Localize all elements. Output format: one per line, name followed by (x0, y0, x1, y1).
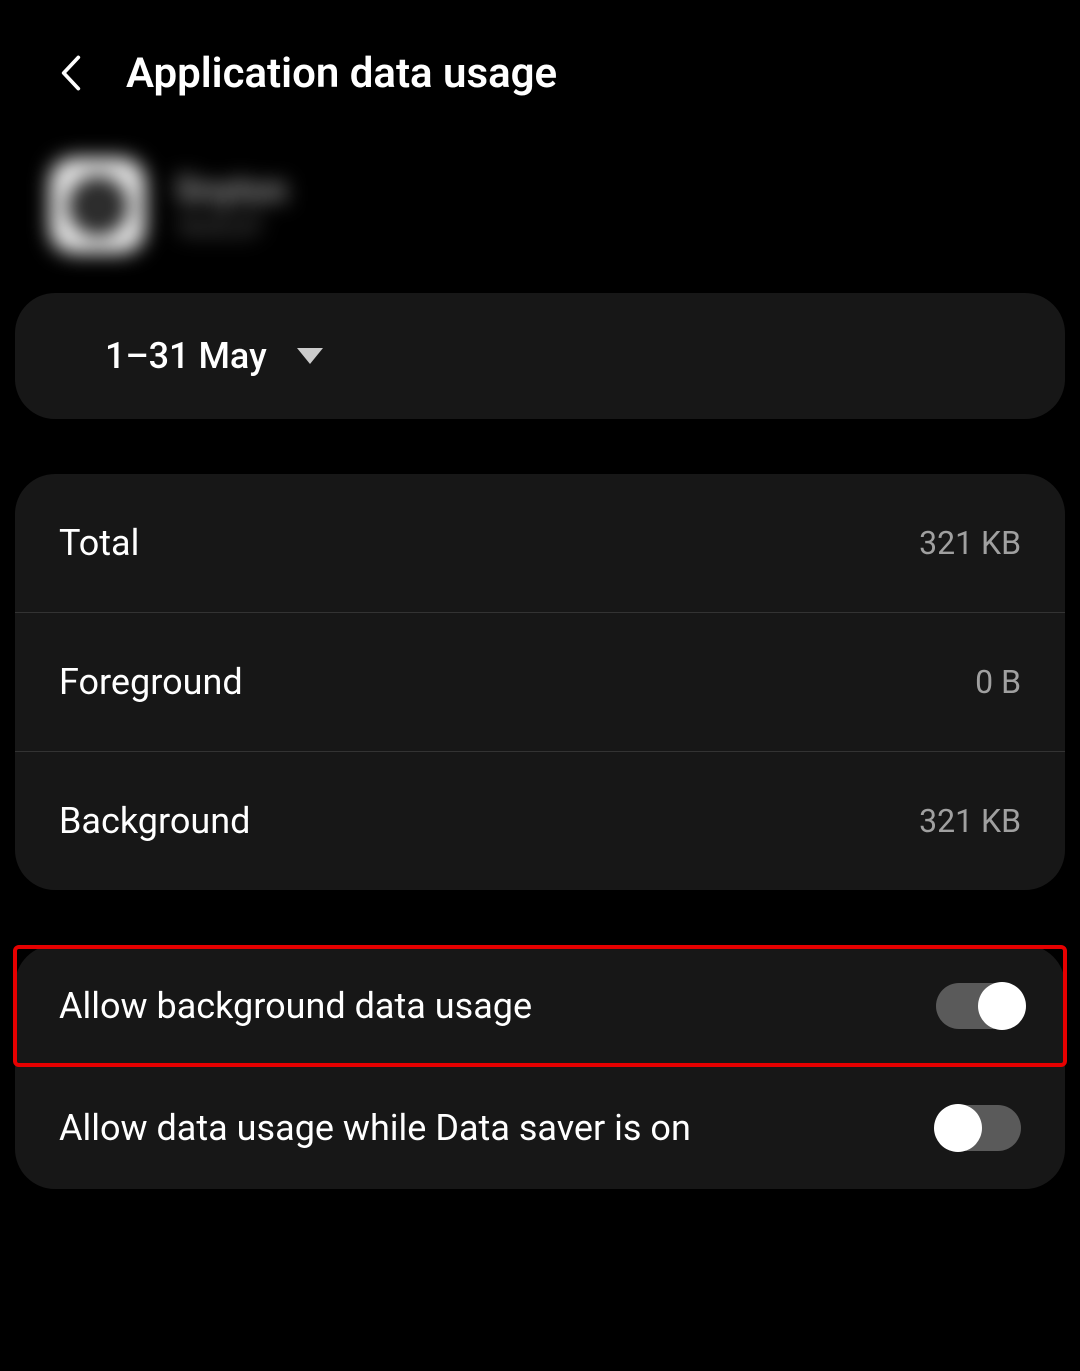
toggle-knob (934, 1104, 982, 1152)
toggle-knob (978, 982, 1026, 1030)
usage-value-foreground: 0 B (975, 663, 1021, 701)
back-icon[interactable] (56, 48, 86, 98)
usage-label-foreground: Foreground (59, 661, 243, 703)
usage-label-background: Background (59, 800, 250, 842)
toggle-card: Allow background data usage Allow data u… (15, 945, 1065, 1189)
toggle-row-data-saver[interactable]: Allow data usage while Data saver is on (15, 1067, 1065, 1189)
app-info: Snyton 10.0.27 (0, 128, 1080, 283)
usage-row-total: Total 321 KB (15, 474, 1065, 613)
usage-card: Total 321 KB Foreground 0 B Background 3… (15, 474, 1065, 890)
usage-value-total: 321 KB (919, 524, 1021, 562)
usage-row-foreground: Foreground 0 B (15, 613, 1065, 752)
app-icon (50, 158, 145, 253)
usage-label-total: Total (59, 522, 139, 564)
toggle-label-data-saver: Allow data usage while Data saver is on (59, 1107, 691, 1149)
toggle-switch-background-data[interactable] (936, 983, 1021, 1029)
date-range-text: 1–31 May (105, 335, 267, 377)
toggle-label-background-data: Allow background data usage (59, 985, 532, 1027)
app-sub: 10.0.27 (175, 213, 287, 243)
app-name: Snyton (175, 169, 287, 211)
page-title: Application data usage (126, 49, 557, 98)
date-range-selector[interactable]: 1–31 May (15, 293, 1065, 419)
app-details: Snyton 10.0.27 (175, 169, 287, 243)
header: Application data usage (0, 0, 1080, 128)
usage-row-background: Background 321 KB (15, 752, 1065, 890)
toggle-row-background-data[interactable]: Allow background data usage (13, 945, 1067, 1067)
chevron-down-icon (297, 348, 323, 364)
toggle-switch-data-saver[interactable] (936, 1105, 1021, 1151)
usage-value-background: 321 KB (919, 802, 1021, 840)
